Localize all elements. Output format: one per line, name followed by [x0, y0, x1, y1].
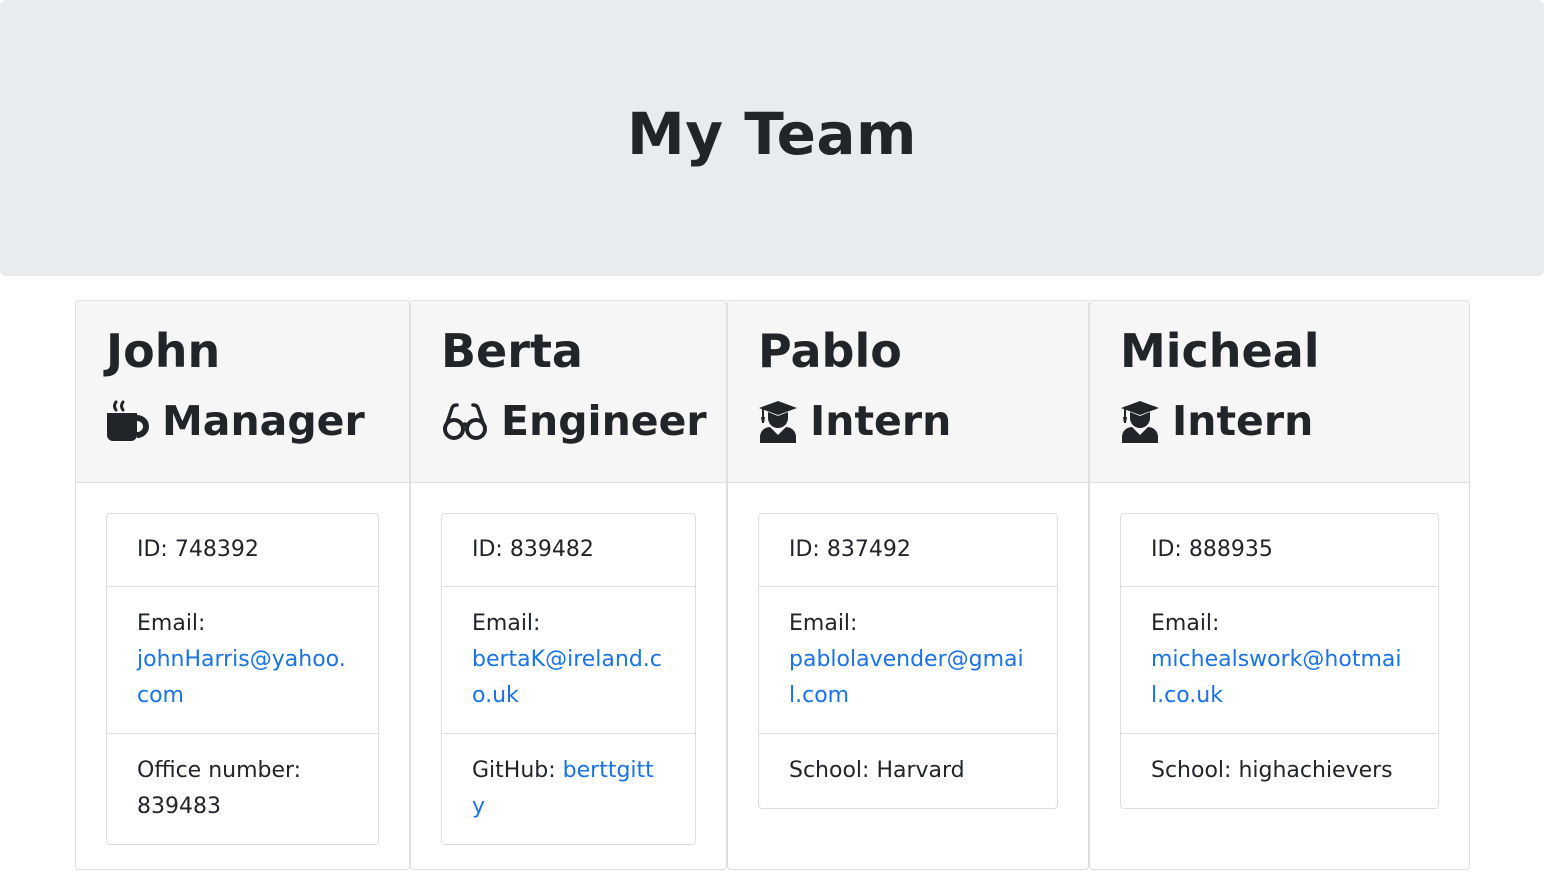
email-item: Email: michealswork@hotmail.co.uk [1121, 586, 1438, 733]
email-link[interactable]: johnHarris@yahoo.com [137, 647, 346, 708]
school-label: School: [789, 758, 870, 783]
role-label: Engineer [501, 397, 707, 445]
email-link[interactable]: pablolavender@gmail.com [789, 647, 1024, 708]
card-body: ID: 837492 Email: pablolavender@gmail.co… [728, 483, 1088, 839]
email-label: Email: [1151, 611, 1220, 636]
card-body: ID: 888935 Email: michealswork@hotmail.c… [1090, 483, 1469, 839]
email-link[interactable]: bertaK@ireland.co.uk [472, 647, 662, 708]
details-list: ID: 837492 Email: pablolavender@gmail.co… [758, 513, 1058, 809]
employee-role: Manager [106, 393, 409, 449]
card-body: ID: 748392 Email: johnHarris@yahoo.com O… [76, 483, 409, 869]
email-item: Email: bertaK@ireland.co.uk [442, 586, 695, 733]
employee-card-john: John Manager ID: 748392 Email: johnHarri… [75, 300, 410, 870]
employee-name: Micheal [1120, 324, 1320, 378]
id-item: ID: 839482 [472, 537, 594, 562]
details-list: ID: 888935 Email: michealswork@hotmail.c… [1120, 513, 1439, 809]
card-header: John Manager [76, 301, 409, 483]
github-label: GitHub: [472, 758, 556, 783]
card-header: Micheal Intern [1090, 301, 1469, 483]
employee-role: Engineer [441, 393, 726, 449]
employee-card-pablo: Pablo Intern ID: 837492 Email: pablolave… [727, 300, 1089, 870]
email-item: Email: johnHarris@yahoo.com [107, 586, 378, 733]
details-list: ID: 748392 Email: johnHarris@yahoo.com O… [106, 513, 379, 845]
card-body: ID: 839482 Email: bertaK@ireland.co.uk G… [411, 483, 726, 869]
school-label: School: [1151, 758, 1232, 783]
card-header: Pablo Intern [728, 301, 1088, 483]
school-value: highachievers [1238, 758, 1393, 783]
mug-icon [107, 400, 149, 441]
office-number-label: Office number: [137, 758, 302, 783]
id-item: ID: 888935 [1151, 537, 1273, 562]
id-item: ID: 837492 [789, 537, 911, 562]
card-header: Berta Engineer [411, 301, 726, 483]
employee-card-berta: Berta Engineer ID: 839482 Email: bertaK@… [410, 300, 727, 870]
employee-card-micheal: Micheal Intern ID: 888935 Email: micheal… [1089, 300, 1470, 870]
email-label: Email: [137, 611, 206, 636]
email-link[interactable]: michealswork@hotmail.co.uk [1151, 647, 1401, 708]
page-title: My Team [627, 100, 917, 168]
glasses-icon [443, 403, 487, 440]
employee-name: Berta [441, 324, 583, 378]
employee-role: Intern [1120, 393, 1469, 449]
employee-name: John [106, 324, 221, 378]
school-value: Harvard [876, 758, 965, 783]
employee-name: Pablo [758, 324, 902, 378]
role-label: Intern [810, 397, 952, 445]
page-header: My Team [0, 0, 1544, 276]
role-label: Manager [162, 397, 365, 445]
office-number-value: 839483 [137, 794, 221, 819]
school-item: School: Harvard [759, 733, 1057, 808]
graduate-icon [759, 401, 797, 443]
role-label: Intern [1172, 397, 1314, 445]
employee-role: Intern [758, 393, 1088, 449]
graduate-icon [1121, 401, 1159, 443]
details-list: ID: 839482 Email: bertaK@ireland.co.uk G… [441, 513, 696, 845]
email-label: Email: [789, 611, 858, 636]
office-number-item: Office number: 839483 [107, 733, 378, 844]
email-label: Email: [472, 611, 541, 636]
id-item: ID: 748392 [137, 537, 259, 562]
github-item: GitHub: berttgitty [442, 733, 695, 844]
school-item: School: highachievers [1121, 733, 1438, 808]
email-item: Email: pablolavender@gmail.com [759, 586, 1057, 733]
